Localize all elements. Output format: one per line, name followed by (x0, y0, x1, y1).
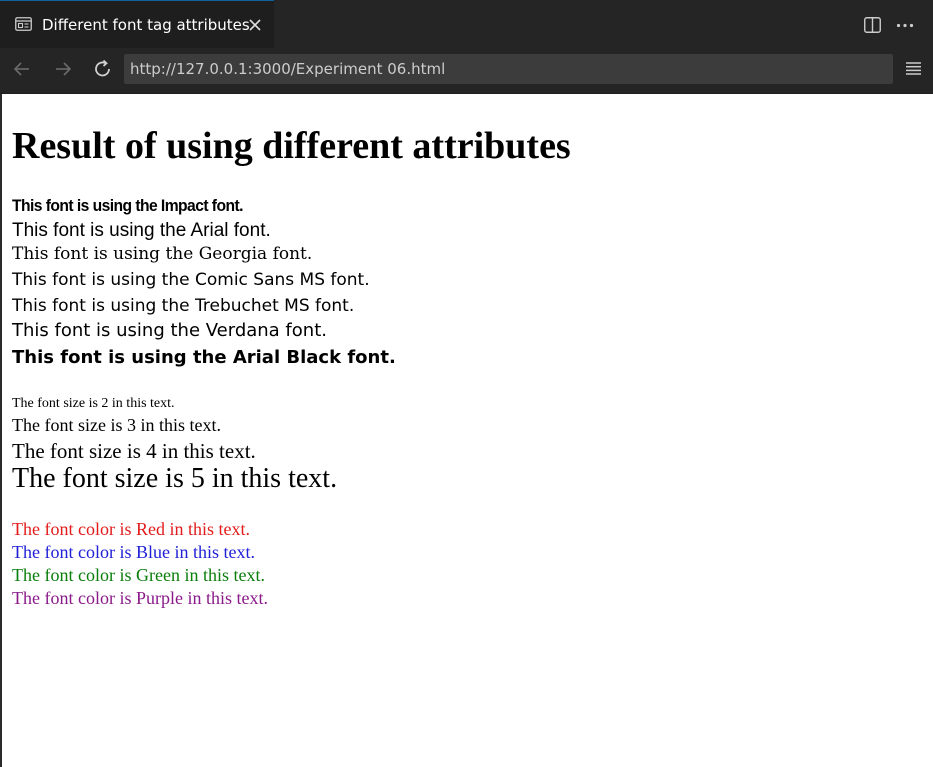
url-input[interactable] (130, 58, 870, 80)
tab-bar: Different font tag attributes (0, 0, 933, 49)
browser-page-icon (15, 17, 32, 31)
font-size-2-text: The font size is 2 in this text. (12, 396, 175, 411)
impact-font-text: This font is using the Impact font. (12, 196, 243, 215)
page-viewport[interactable]: Result of using different attributes Thi… (2, 94, 933, 767)
more-actions-icon[interactable] (896, 23, 914, 28)
tab-active-page[interactable]: Different font tag attributes (0, 0, 274, 48)
close-icon[interactable] (248, 18, 262, 32)
comic-sans-font-text: This font is using the Comic Sans MS fon… (12, 270, 370, 290)
page-heading: Result of using different attributes (12, 125, 571, 167)
tab-title: Different font tag attributes (42, 16, 250, 34)
arial-black-font-text: This font is using the Arial Black font. (12, 347, 396, 368)
trebuchet-font-text: This font is using the Trebuchet MS font… (12, 296, 355, 316)
green-color-text: The font color is Green in this text. (12, 565, 265, 585)
font-size-5-text: The font size is 5 in this text. (12, 463, 338, 494)
font-size-4-text: The font size is 4 in this text. (12, 439, 256, 463)
navigation-bar (0, 48, 933, 93)
verdana-font-text: This font is using the Verdana font. (12, 320, 327, 341)
url-bar[interactable] (124, 54, 893, 84)
reload-icon[interactable] (92, 58, 114, 80)
split-editor-icon[interactable] (864, 17, 881, 33)
forward-arrow-icon[interactable] (52, 58, 74, 80)
font-size-3-text: The font size is 3 in this text. (12, 415, 221, 435)
browser-window: Different font tag attributes http://127… (0, 0, 933, 767)
red-color-text: The font color is Red in this text. (12, 519, 250, 539)
purple-color-text: The font color is Purple in this text. (12, 588, 268, 608)
arial-font-text: This font is using the Arial font. (12, 220, 271, 241)
menu-icon[interactable] (905, 61, 922, 76)
back-arrow-icon[interactable] (11, 58, 33, 80)
blue-color-text: The font color is Blue in this text. (12, 542, 255, 562)
georgia-font-text: This font is using the Georgia font. (12, 244, 313, 264)
